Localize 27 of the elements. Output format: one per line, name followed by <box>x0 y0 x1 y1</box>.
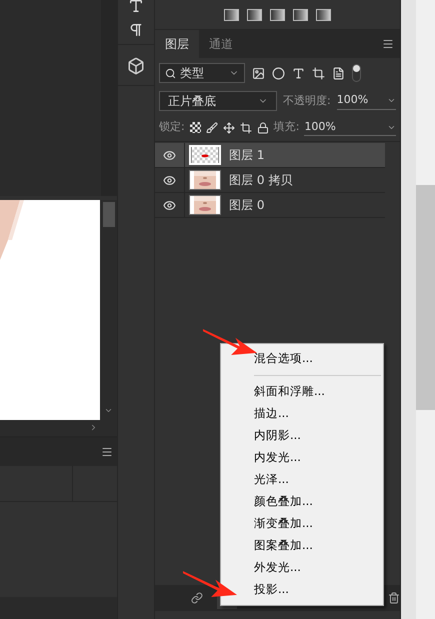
blend-mode-dropdown[interactable]: 正片叠底 <box>159 91 277 111</box>
filter-dropdown[interactable]: 类型 <box>159 63 245 83</box>
menu-item[interactable]: 斜面和浮雕... <box>254 381 383 403</box>
menu-item[interactable]: 内阴影... <box>254 425 383 447</box>
menu-item[interactable]: 光泽... <box>254 469 383 491</box>
fill-field[interactable]: 100% <box>304 118 396 136</box>
menu-item[interactable]: 渐变叠加... <box>254 513 383 535</box>
menu-item[interactable]: 图案叠加... <box>254 535 383 557</box>
layer-name: 图层 0 拷贝 <box>229 172 292 189</box>
layer-name: 图层 1 <box>229 147 264 164</box>
menu-item[interactable]: 颜色叠加... <box>254 491 383 513</box>
layer-row[interactable]: 图层 0 <box>155 193 385 218</box>
panel-tab[interactable]: 图层 <box>155 30 199 58</box>
layer-row[interactable]: 图层 1 <box>155 143 385 168</box>
layer-row[interactable]: 图层 0 拷贝 <box>155 168 385 193</box>
menu-item[interactable]: 外发光... <box>254 557 383 579</box>
fill-label: 填充: <box>274 119 300 136</box>
lock-label: 锁定: <box>159 119 185 136</box>
menu-item[interactable]: 内发光... <box>254 447 383 469</box>
menu-item[interactable]: 混合选项... <box>254 348 383 370</box>
opacity-label: 不透明度: <box>283 92 331 109</box>
panel-tab[interactable]: 通道 <box>199 30 243 58</box>
layer-name: 图层 0 <box>229 197 264 214</box>
menu-item[interactable]: 投影... <box>254 579 383 601</box>
opacity-field[interactable]: 100% <box>336 92 396 110</box>
menu-item[interactable]: 描边... <box>254 403 383 425</box>
filter-value: 类型 <box>180 65 205 82</box>
